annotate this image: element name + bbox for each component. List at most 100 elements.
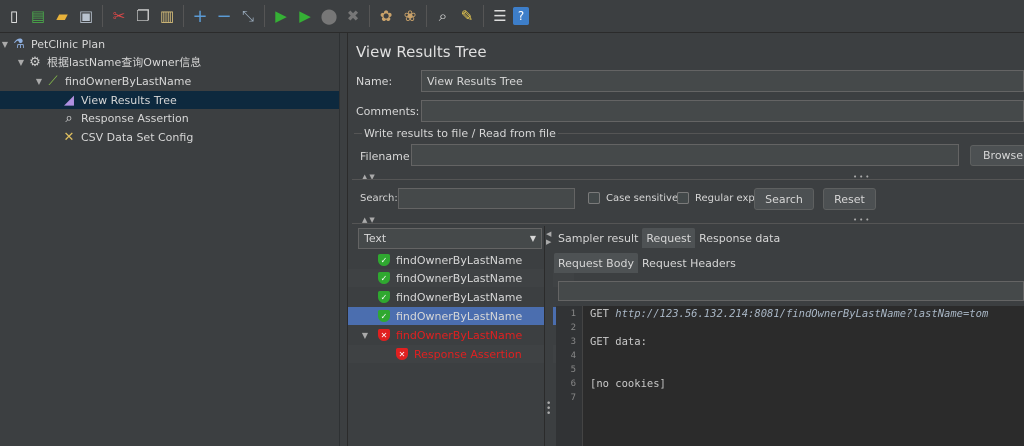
tree-item-view-results-tree[interactable]: ◢ View Results Tree [0, 91, 339, 109]
search-icon[interactable]: ⌕ [432, 5, 454, 27]
reset-button[interactable]: Reset [823, 188, 876, 210]
config-element-icon: ✕ [63, 129, 75, 145]
line-number: 2 [570, 323, 576, 333]
cut-icon[interactable]: ✂ [108, 5, 130, 27]
templates-icon[interactable]: ▤ [27, 5, 49, 27]
vertical-splitter[interactable] [340, 33, 348, 446]
collapse-icon[interactable]: − [213, 5, 235, 27]
help-icon[interactable]: ? [513, 7, 529, 25]
result-item[interactable]: ✓ findOwnerByLastName [348, 288, 574, 306]
renderer-select[interactable]: Text ▼ [358, 228, 542, 249]
request-tabs: Request Body Request Headers [554, 253, 740, 273]
regular-exp-checkbox[interactable] [677, 192, 689, 204]
drag-handle-icon[interactable]: ••• [853, 173, 871, 182]
paste-icon[interactable]: ▥ [156, 5, 178, 27]
toolbar-separator [369, 5, 370, 27]
collapse-handle-icon[interactable]: ▲▼ [362, 173, 377, 182]
request-body-editor[interactable]: 1 2 3 4 5 6 7 GET http://123.56.132.214:… [556, 306, 1024, 446]
main-toolbar: ▯ ▤ ▰ ▣ ✂ ❐ ▥ + − ⤡ ▶ ▶ ⬤ ✖ ✿ ❀ ⌕ ✎ ☰ ? [0, 0, 1024, 33]
browse-button[interactable]: Browse... [970, 145, 1024, 166]
result-item[interactable]: ✓ findOwnerByLastName [348, 269, 574, 287]
tree-item-test-plan[interactable]: ▼ ⚗ PetClinic Plan [0, 35, 339, 53]
tab-request-body[interactable]: Request Body [554, 253, 638, 273]
open-icon[interactable]: ▰ [51, 5, 73, 27]
line-number: 4 [570, 351, 576, 361]
reset-search-icon[interactable]: ✎ [456, 5, 478, 27]
thread-group-icon: ⚙ [29, 54, 41, 70]
filename-field[interactable] [411, 144, 959, 166]
line-number: 1 [570, 309, 576, 319]
search-button[interactable]: Search [754, 188, 814, 210]
result-label: findOwnerByLastName [396, 290, 523, 304]
filename-label: Filename [360, 150, 410, 163]
tab-sampler-result[interactable]: Sampler result [554, 228, 642, 248]
tree-item-thread-group[interactable]: ▼ ⚙ 根据lastName查询Owner信息 [0, 53, 355, 71]
code-line-3: GET data: [590, 336, 647, 348]
test-plan-icon: ⚗ [13, 36, 25, 52]
clear-all-icon[interactable]: ❀ [399, 5, 421, 27]
collapse-handle-icon[interactable]: ◀ ▶ [546, 230, 551, 246]
stop-icon[interactable]: ⬤ [318, 5, 340, 27]
search-input[interactable] [398, 188, 575, 209]
result-label: findOwnerByLastName [396, 309, 523, 323]
code-line-6: [no cookies] [590, 378, 666, 390]
divider [352, 179, 1024, 180]
expand-arrow-icon[interactable]: ▼ [0, 40, 10, 49]
start-icon[interactable]: ▶ [270, 5, 292, 27]
tree-item-response-assertion[interactable]: ⌕ Response Assertion [0, 109, 339, 127]
result-item-selected[interactable]: ✓ findOwnerByLastName [348, 307, 574, 325]
chevron-down-icon: ▼ [529, 234, 536, 243]
comments-field[interactable] [421, 100, 1024, 122]
toggle-icon[interactable]: ⤡ [237, 5, 259, 27]
editor-search-bar[interactable] [558, 281, 1024, 301]
comments-label: Comments: [356, 105, 420, 118]
drag-handle-icon[interactable]: ••• [546, 400, 551, 419]
name-field[interactable] [421, 70, 1024, 92]
expand-arrow-icon[interactable]: ▼ [360, 331, 370, 340]
tree-item-label: 根据lastName查询Owner信息 [47, 56, 202, 69]
result-item[interactable]: ✓ findOwnerByLastName [348, 251, 574, 269]
renderer-select-value: Text [364, 232, 387, 245]
copy-icon[interactable]: ❐ [132, 5, 154, 27]
results-list: ✓ findOwnerByLastName ✓ findOwnerByLastN… [348, 250, 592, 446]
case-sensitive-checkbox[interactable] [588, 192, 600, 204]
result-label: findOwnerByLastName [396, 271, 523, 285]
divider [352, 223, 1024, 224]
expand-arrow-icon[interactable]: ▼ [16, 58, 26, 67]
page-title: View Results Tree [356, 43, 487, 61]
request-url: http://123.56.132.214:8081/findOwnerByLa… [615, 308, 989, 320]
tree-item-sampler[interactable]: ▼ ⟋ findOwnerByLastName [0, 72, 373, 90]
toolbar-separator [183, 5, 184, 27]
search-label: Search: [360, 193, 398, 204]
tab-request-headers[interactable]: Request Headers [638, 253, 740, 273]
result-item-failed[interactable]: ▼ ✕ findOwnerByLastName [348, 326, 556, 344]
test-plan-tree: ▼ ⚗ PetClinic Plan ▼ ⚙ 根据lastName查询Owner… [0, 33, 340, 446]
new-icon[interactable]: ▯ [3, 5, 25, 27]
code-line-1: GET http://123.56.132.214:8081/findOwner… [590, 308, 988, 320]
shutdown-icon[interactable]: ✖ [342, 5, 364, 27]
line-number: 6 [570, 379, 576, 389]
result-tabs: Sampler result Request Response data [554, 228, 784, 248]
start-no-pause-icon[interactable]: ▶ [294, 5, 316, 27]
expand-arrow-icon[interactable]: ▼ [34, 77, 44, 86]
failure-shield-icon: ✕ [378, 329, 390, 341]
result-label: Response Assertion [414, 347, 522, 361]
expand-icon[interactable]: + [189, 5, 211, 27]
success-shield-icon: ✓ [378, 272, 390, 284]
tab-request[interactable]: Request [642, 228, 696, 248]
tree-item-label: CSV Data Set Config [81, 130, 194, 144]
success-shield-icon: ✓ [378, 254, 390, 266]
success-shield-icon: ✓ [378, 310, 390, 322]
clear-icon[interactable]: ✿ [375, 5, 397, 27]
failure-shield-icon: ✕ [396, 348, 408, 360]
result-label: findOwnerByLastName [396, 328, 523, 342]
result-label: findOwnerByLastName [396, 253, 523, 267]
toolbar-separator [483, 5, 484, 27]
results-splitter[interactable]: ◀ ▶ • • • [544, 226, 553, 446]
tree-item-csv-data-set[interactable]: ✕ CSV Data Set Config [0, 128, 339, 146]
line-number: 7 [570, 393, 576, 403]
sampler-icon: ⟋ [48, 73, 58, 89]
function-helper-icon[interactable]: ☰ [489, 5, 511, 27]
tab-response-data[interactable]: Response data [695, 228, 784, 248]
save-icon[interactable]: ▣ [75, 5, 97, 27]
